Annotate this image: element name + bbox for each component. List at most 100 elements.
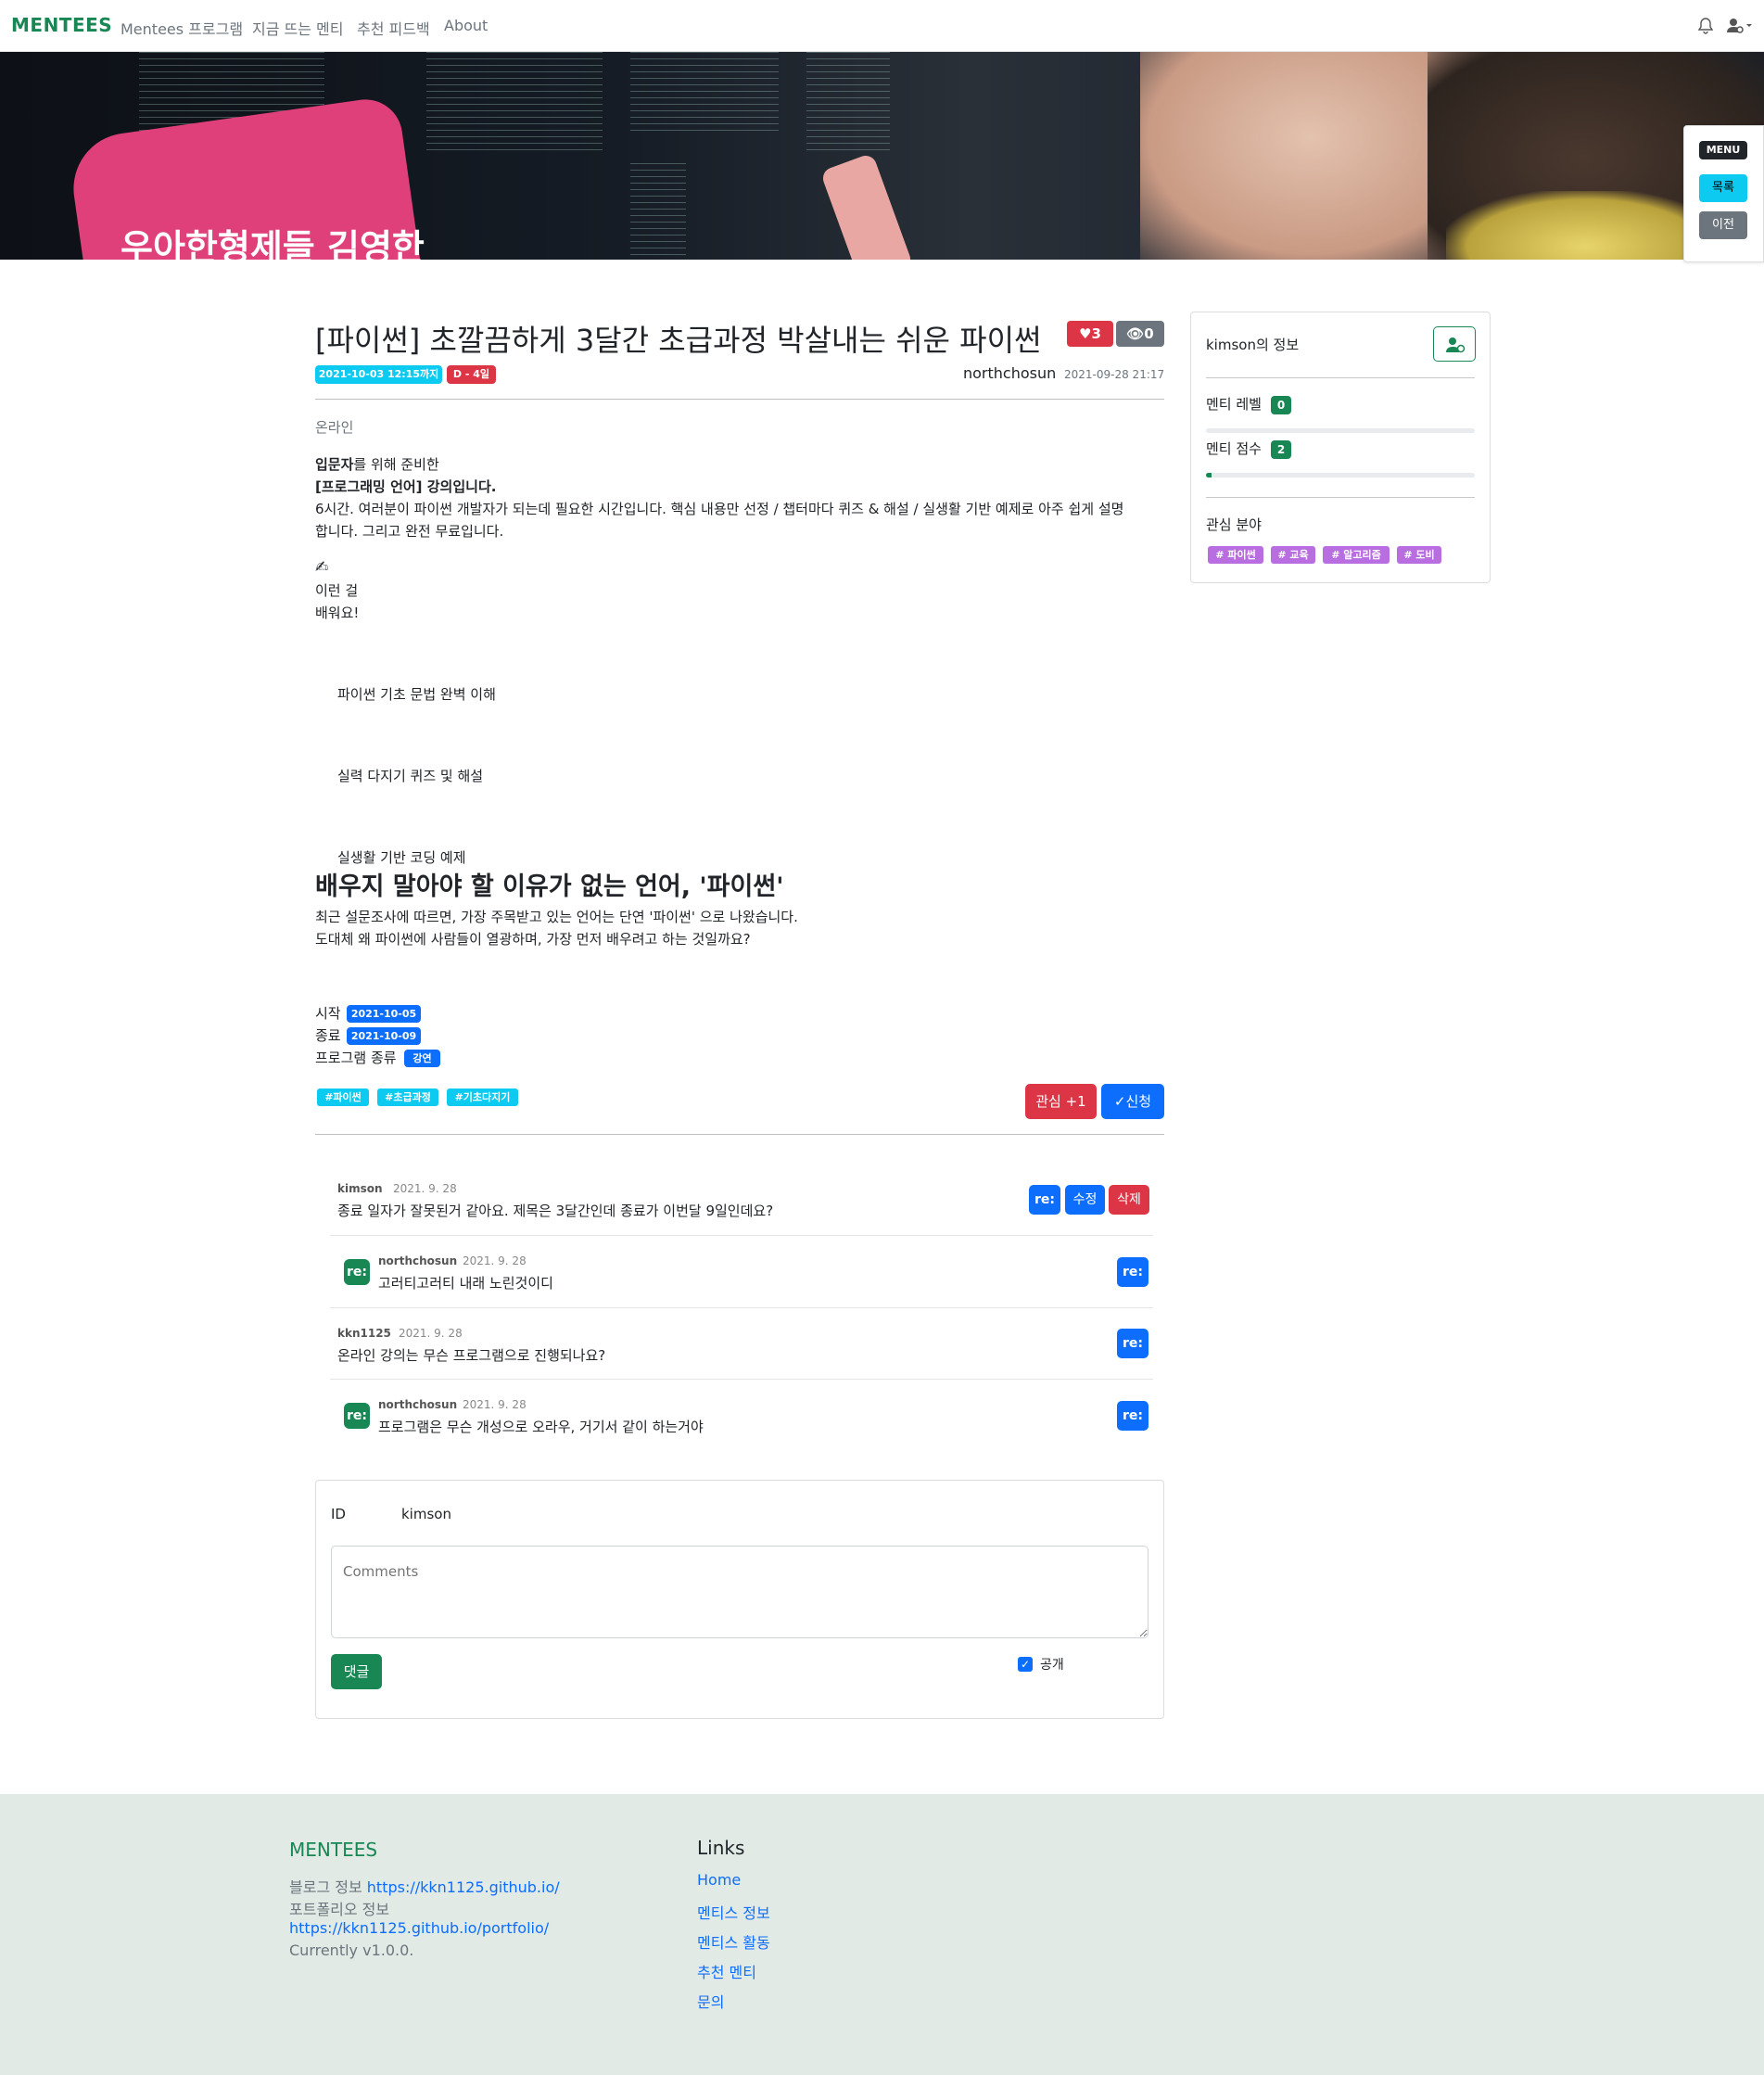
para-line1: 최근 설문조사에 따르면, 가장 주목받고 있는 언어는 단연 '파이썬' 으로… bbox=[315, 909, 798, 925]
footer-blog: 블로그 정보 https://kkn1125.github.io/ bbox=[289, 1878, 560, 1896]
brand-logo[interactable]: MENTEES bbox=[11, 14, 112, 36]
public-checkbox[interactable]: ✓ bbox=[1018, 1657, 1033, 1672]
reply-button[interactable]: re: bbox=[1029, 1185, 1060, 1215]
footer-link-info[interactable]: 멘티스 정보 bbox=[697, 1901, 770, 1923]
writing-hand-icon: ✍ bbox=[315, 558, 329, 577]
id-value: kimson bbox=[401, 1506, 451, 1522]
comment-text: 고러티고러티 내래 노린것이디 bbox=[378, 1275, 553, 1292]
type-label: 프로그램 종류 bbox=[315, 1050, 397, 1066]
post-mode: 온라인 bbox=[315, 419, 354, 436]
post-title: [파이썬] 초깔끔하게 3달간 초급과정 박살내는 쉬운 파이썬 bbox=[315, 323, 1042, 358]
comment-user: northchosun bbox=[378, 1254, 458, 1267]
comment-text: 종료 일자가 잘못된거 같아요. 제목은 3달간인데 종료가 이번달 9일인데요… bbox=[337, 1203, 774, 1219]
bell-icon[interactable] bbox=[1697, 18, 1714, 34]
start-label: 시작 bbox=[315, 1005, 341, 1022]
score-label: 멘티 점수 bbox=[1206, 440, 1262, 457]
blog-link[interactable]: https://kkn1125.github.io/ bbox=[367, 1878, 560, 1896]
nav-link-feedback[interactable]: 추천 피드백 bbox=[357, 17, 430, 39]
reply-button[interactable]: re: bbox=[1117, 1329, 1149, 1358]
interest-button[interactable]: 관심 +1 bbox=[1025, 1084, 1097, 1119]
divider bbox=[315, 1134, 1164, 1135]
level-label: 멘티 레벨 bbox=[1206, 396, 1262, 413]
hero-text: 우아한형제들 김영한 bbox=[121, 227, 425, 260]
comment-date: 2021. 9. 28 bbox=[463, 1398, 527, 1411]
list-button[interactable]: 목록 bbox=[1699, 174, 1747, 202]
reply-button[interactable]: re: bbox=[1117, 1401, 1149, 1431]
likes-badge[interactable]: ♥3 bbox=[1067, 321, 1113, 347]
profile-card: kimson의 정보 멘티 레벨 0 멘티 점수 2 관심 분야 # 파이썬 #… bbox=[1190, 312, 1491, 583]
end-label: 종료 bbox=[315, 1027, 341, 1044]
footer-link-home[interactable]: Home bbox=[697, 1871, 741, 1889]
comment-text: 온라인 강의는 무슨 프로그램으로 진행되나요? bbox=[337, 1347, 606, 1364]
learn-line1: 이런 걸 bbox=[315, 582, 359, 599]
comment-divider bbox=[330, 1379, 1153, 1380]
interest-tag[interactable]: # 알고리즘 bbox=[1323, 546, 1390, 564]
comment-form: ID kimson 댓글 ✓ 공개 bbox=[315, 1480, 1164, 1719]
prev-button[interactable]: 이전 bbox=[1699, 211, 1747, 239]
comment-user: kkn1125 bbox=[337, 1327, 391, 1340]
reply-button[interactable]: re: bbox=[1117, 1257, 1149, 1287]
menu-badge: MENU bbox=[1699, 141, 1747, 159]
profile-title: kimson의 정보 bbox=[1206, 337, 1300, 353]
eye-icon: 👁 bbox=[1126, 325, 1145, 342]
edit-comment-button[interactable]: 수정 bbox=[1065, 1185, 1105, 1215]
post-date: 2021-09-28 21:17 bbox=[1064, 368, 1165, 381]
level-badge: 0 bbox=[1271, 396, 1291, 414]
phone-illustration bbox=[819, 152, 914, 260]
comment-divider bbox=[330, 1307, 1153, 1308]
learn-line2: 배워요! bbox=[315, 605, 360, 621]
nav-link-programs[interactable]: Mentees 프로그램 bbox=[121, 17, 243, 39]
footer-link-contact[interactable]: 문의 bbox=[697, 1990, 724, 2012]
submit-comment-button[interactable]: 댓글 bbox=[331, 1654, 382, 1689]
learn-item-1: 파이썬 기초 문법 완벽 이해 bbox=[337, 686, 496, 703]
top-navbar: MENTEES Mentees 프로그램 지금 뜨는 멘티 추천 피드백 Abo… bbox=[0, 0, 1764, 52]
footer-portfolio-label: 포트폴리오 정보 bbox=[289, 1901, 390, 1918]
nav-link-about[interactable]: About bbox=[444, 17, 488, 34]
learn-item-3: 실생활 기반 코딩 예제 bbox=[337, 849, 466, 866]
comment-date: 2021. 9. 28 bbox=[399, 1327, 463, 1340]
intro-line1: 입문자를 위해 준비한 bbox=[315, 456, 439, 473]
footer-version: Currently v1.0.0. bbox=[289, 1941, 414, 1959]
reply-icon: re: bbox=[344, 1403, 370, 1429]
delete-comment-button[interactable]: 삭제 bbox=[1109, 1185, 1149, 1215]
footer-brand: MENTEES bbox=[289, 1839, 378, 1861]
comment-text: 프로그램은 무슨 개성으로 오라우, 거기서 같이 하는거야 bbox=[378, 1419, 704, 1435]
intro-line2: [프로그래밍 언어] 강의입니다. bbox=[315, 478, 497, 495]
views-badge: 👁0 bbox=[1116, 321, 1164, 347]
nav-link-hot-mentees[interactable]: 지금 뜨는 멘티 bbox=[252, 17, 344, 39]
comment-date: 2021. 9. 28 bbox=[463, 1254, 527, 1267]
post-author[interactable]: northchosun bbox=[963, 364, 1056, 382]
section-heading: 배우지 말아야 할 이유가 없는 언어, '파이썬' bbox=[315, 872, 784, 901]
deadline-badge: 2021-10-03 12:15까지 bbox=[315, 365, 442, 384]
public-label: 공개 bbox=[1040, 1658, 1064, 1673]
post-tag[interactable]: #기초다지기 bbox=[447, 1088, 518, 1106]
level-progress bbox=[1206, 428, 1475, 433]
footer-link-activity[interactable]: 멘티스 활동 bbox=[697, 1930, 770, 1953]
score-badge: 2 bbox=[1271, 440, 1291, 459]
interest-tag[interactable]: # 교육 bbox=[1271, 546, 1315, 564]
divider bbox=[315, 399, 1164, 400]
post-tag[interactable]: #파이썬 bbox=[317, 1088, 369, 1106]
footer-link-recommend[interactable]: 추천 멘티 bbox=[697, 1960, 756, 1982]
footer: MENTEES 블로그 정보 https://kkn1125.github.io… bbox=[0, 1794, 1764, 2075]
desc-line1: 6시간. 여러분이 파이썬 개발자가 되는데 필요한 시간입니다. 핵심 내용만… bbox=[315, 501, 1124, 517]
post-tag[interactable]: #초급과정 bbox=[377, 1088, 438, 1106]
user-settings-dropdown-icon[interactable] bbox=[1726, 17, 1754, 35]
hero-banner: 우아한형제들 김영한 bbox=[0, 52, 1764, 260]
learn-item-2: 실력 다지기 퀴즈 및 해설 bbox=[337, 768, 484, 784]
apply-button[interactable]: ✓신청 bbox=[1101, 1084, 1164, 1119]
portfolio-link[interactable]: https://kkn1125.github.io/portfolio/ bbox=[289, 1919, 549, 1937]
comment-user: kimson bbox=[337, 1182, 383, 1195]
reply-icon: re: bbox=[344, 1259, 370, 1285]
interest-tag[interactable]: # 파이썬 bbox=[1208, 546, 1263, 564]
start-date-badge: 2021-10-05 bbox=[347, 1005, 421, 1023]
add-user-icon bbox=[1446, 337, 1466, 353]
dday-badge: D - 4일 bbox=[447, 365, 496, 384]
follow-user-button[interactable] bbox=[1433, 326, 1476, 362]
end-date-badge: 2021-10-09 bbox=[347, 1027, 421, 1045]
comment-textarea[interactable] bbox=[331, 1546, 1149, 1638]
interest-tag[interactable]: # 도비 bbox=[1397, 546, 1441, 564]
floating-side-menu: MENU 목록 이전 bbox=[1683, 125, 1764, 262]
interest-label: 관심 분야 bbox=[1206, 516, 1262, 533]
footer-links-title: Links bbox=[697, 1837, 745, 1859]
